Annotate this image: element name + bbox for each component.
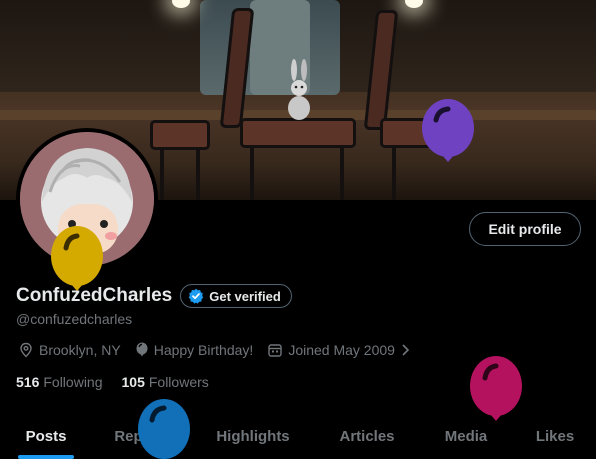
chevron-right-icon: [402, 344, 410, 356]
following-count: 516: [16, 374, 40, 390]
following-label: Following: [43, 374, 103, 390]
tab-label: Likes: [535, 428, 575, 445]
followers-count: 105: [121, 374, 145, 390]
joined-item[interactable]: Joined May 2009: [267, 342, 410, 358]
tab-label: Posts: [25, 428, 67, 445]
get-verified-label: Get verified: [209, 288, 281, 304]
balloon-icon: [136, 342, 148, 357]
location-pin-icon: [20, 342, 32, 358]
tab-posts[interactable]: Posts: [0, 414, 92, 459]
chair-leg: [340, 146, 344, 200]
tab-articles[interactable]: Articles: [316, 414, 418, 459]
followers-link[interactable]: 105 Followers: [122, 374, 209, 390]
tab-label: Articles: [339, 428, 395, 445]
chair-leg: [392, 146, 396, 200]
bunny-figurine: [288, 59, 310, 120]
verified-badge-icon: [189, 288, 204, 304]
tab-label: Media: [444, 428, 488, 445]
magenta-balloon: [470, 356, 522, 421]
chair-seat: [150, 120, 210, 150]
profile-meta: Brooklyn, NY Happy Birthday! Joined May …: [18, 342, 424, 358]
followers-label: Followers: [148, 374, 209, 390]
tab-label: Highlights: [216, 428, 290, 445]
user-handle: @confuzedcharles: [16, 311, 133, 327]
chair-leg: [160, 148, 164, 200]
location-item: Brooklyn, NY: [18, 342, 121, 358]
location-text: Brooklyn, NY: [39, 342, 121, 358]
tab-likes[interactable]: Likes: [514, 414, 596, 459]
blue-balloon: [138, 399, 190, 459]
name-row: ConfuzedCharles Get verified: [16, 284, 292, 308]
purple-balloon: [422, 99, 474, 162]
tab-highlights[interactable]: Highlights: [190, 414, 316, 459]
chair-seat: [240, 118, 356, 148]
chair-leg: [196, 148, 200, 200]
birthday-item: Happy Birthday!: [135, 342, 254, 358]
calendar-icon: [268, 344, 283, 357]
chair-leg: [250, 146, 254, 200]
edit-profile-button[interactable]: Edit profile: [469, 212, 581, 246]
get-verified-button[interactable]: Get verified: [180, 284, 292, 308]
follow-counts: 516 Following 105 Followers: [16, 374, 209, 390]
display-name: ConfuzedCharles: [16, 285, 173, 306]
birthday-text: Happy Birthday!: [153, 342, 254, 358]
joined-text: Joined May 2009: [288, 342, 395, 358]
active-tab-indicator: [18, 455, 74, 459]
following-link[interactable]: 516 Following: [16, 374, 103, 390]
